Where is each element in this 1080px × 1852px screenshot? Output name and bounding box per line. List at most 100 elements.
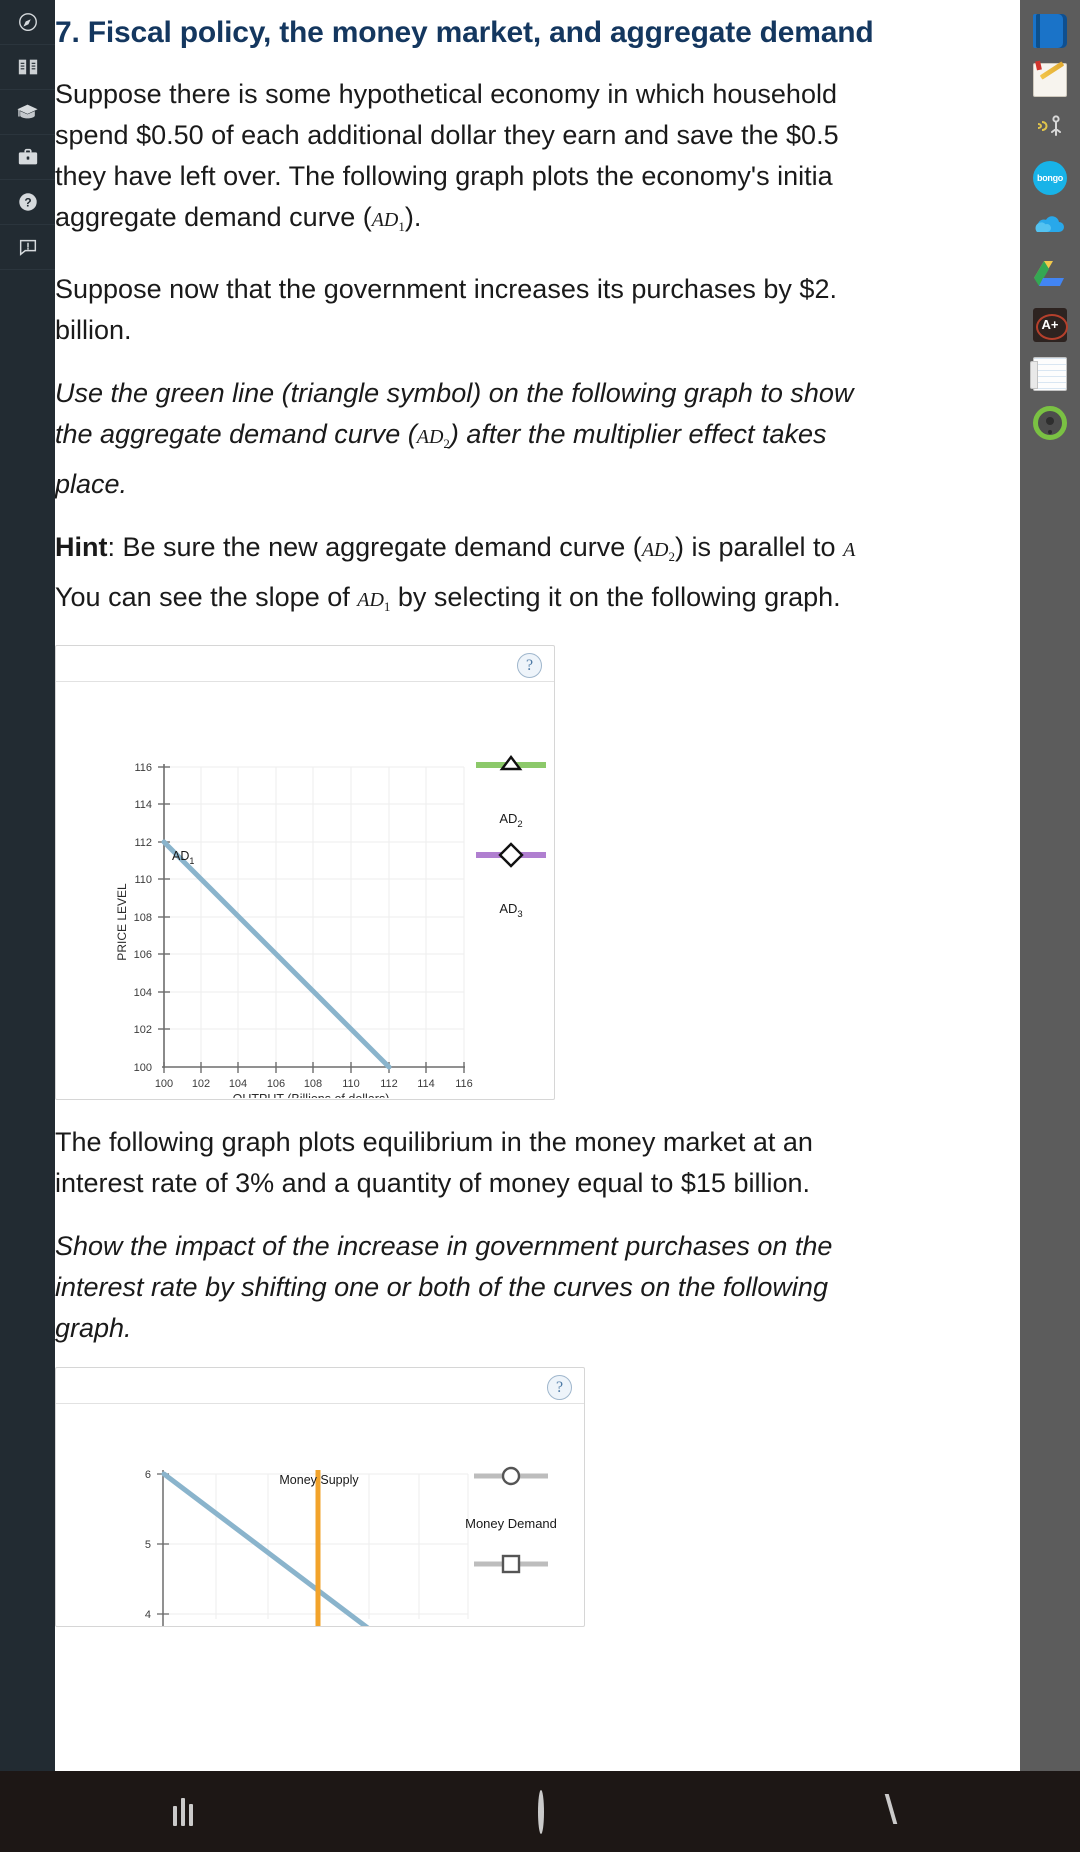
grade-aplus-icon: A+ [1033,307,1068,342]
ad2-variable-hint: AD2 [641,539,675,564]
home-icon [537,1789,544,1834]
sidebar-item-courses[interactable] [0,45,55,90]
paragraph-money-market: The following graph plots equilibrium in… [55,1122,1020,1204]
blue-book-icon [1033,13,1067,48]
graph1-legend[interactable]: AD2 AD3 [451,737,611,967]
circle-icon[interactable] [501,1466,521,1486]
intro-line-4a: aggregate demand curve ( [55,202,372,232]
flashcards-button[interactable] [1020,349,1080,398]
money-demand-curve[interactable] [161,1471,389,1627]
y-tick-108: 108 [134,912,152,924]
sidebar-item-feedback[interactable] [0,225,55,270]
instr-line-2a: the aggregate demand curve ( [55,419,417,449]
legend-item-ad2[interactable]: AD2 [476,755,546,830]
back-icon [885,1793,912,1824]
intro-line-1: Suppose there is some hypothetical econo… [55,79,837,109]
y-tick-110: 110 [134,874,152,886]
help-icon[interactable]: ? [547,1375,572,1400]
intro-line-2: spend $0.50 of each additional dollar th… [55,120,839,150]
instr-line-3: place. [55,469,128,499]
home-button[interactable] [537,1789,544,1834]
y-tick-100: 100 [134,1062,152,1074]
shift-line-2: interest rate by shifting one or both of… [55,1272,828,1302]
sidebar-item-help[interactable]: ? [0,180,55,225]
notes-button[interactable] [1020,55,1080,104]
content-scroll-area[interactable]: 7. Fiscal policy, the money market, and … [55,0,1020,1771]
y-tick-112: 112 [134,837,152,849]
help-icon[interactable]: ? [517,653,542,678]
money-line-2: interest rate of 3% and a quantity of mo… [55,1168,810,1198]
x-tick-104: 104 [229,1078,247,1090]
gov-line-2: billion. [55,315,132,345]
bongo-button[interactable]: bongo [1020,153,1080,202]
graph2-legend[interactable]: Money Demand [456,1446,585,1606]
shift-line-1: Show the impact of the increase in gover… [55,1231,833,1261]
profile-button[interactable] [1020,398,1080,447]
y-tick-106: 106 [134,949,152,961]
page-title: 7. Fiscal policy, the money market, and … [55,16,874,49]
google-drive-icon [1033,259,1067,293]
y-tick-114: 114 [134,799,152,811]
x-tick-112: 112 [380,1078,398,1090]
diamond-icon[interactable] [498,842,524,868]
svg-text:?: ? [24,196,31,210]
google-drive-button[interactable] [1020,251,1080,300]
hint-line-2b: by selecting it on the following graph. [390,582,841,612]
read-aloud-button[interactable] [1020,104,1080,153]
help-circle-icon: ? [17,191,39,213]
android-navigation-bar [0,1771,1080,1852]
x-tick-labels: 100 102 104 106 108 110 112 114 116 [155,1078,473,1090]
paragraph-instruction-green-line: Use the green line (triangle symbol) on … [55,373,1020,505]
x-tick-116: 116 [455,1078,473,1090]
money-line-1: The following graph plots equilibrium in… [55,1127,813,1157]
sidebar-item-dashboard[interactable] [0,0,55,45]
instr-line-1: Use the green line (triangle symbol) on … [55,378,854,408]
onedrive-button[interactable] [1020,202,1080,251]
right-tool-rail: bongo A+ [1020,0,1080,1771]
paragraph-instruction-shift: Show the impact of the increase in gover… [55,1226,1020,1349]
left-navigation-rail: ? [0,0,55,1771]
screen: ? bongo A+ 7. Fiscal policy, the money m… [0,0,1080,1852]
y-tick-5: 5 [145,1539,151,1551]
grade-aplus-button[interactable]: A+ [1020,300,1080,349]
sidebar-item-careers[interactable] [0,135,55,180]
intro-line-3: they have left over. The following graph… [55,161,833,191]
hint-line-1a: : Be sure the new aggregate demand curve… [107,532,642,562]
instr-line-2b: ) after the multiplier effect takes [449,419,827,449]
graph2-plot-area[interactable]: 6 5 4 Money Supply Money Demand [56,1404,585,1627]
flashcards-icon [1030,356,1067,391]
graph1-plot-area[interactable]: 116 114 112 110 108 106 104 102 100 100 … [56,682,554,1098]
graph1-toolbar: ? [56,646,554,682]
ad1-variable: AD1 [371,209,405,234]
x-tick-108: 108 [304,1078,322,1090]
x-tick-100: 100 [155,1078,173,1090]
x-tick-102: 102 [192,1078,210,1090]
y-tick-labels: 116 114 112 110 108 106 104 102 100 [134,762,152,1074]
graph2-toolbar: ? [56,1368,584,1404]
ad3-legend-label: AD3 [499,901,522,920]
gov-line-1: Suppose now that the government increase… [55,274,837,304]
ebook-button[interactable] [1020,6,1080,55]
legend-item-ad3[interactable]: AD3 [476,842,546,920]
paragraph-intro: Suppose there is some hypothetical econo… [55,74,1020,247]
legend-item-circle[interactable] [474,1466,548,1486]
back-button[interactable] [885,1793,912,1830]
legend-item-square[interactable] [474,1554,548,1574]
square-icon[interactable] [501,1554,521,1574]
x-tick-114: 114 [417,1078,435,1090]
y-tick-6: 6 [145,1469,151,1481]
shift-line-3: graph. [55,1313,132,1343]
y-tick-116: 116 [134,762,152,774]
y-axis-label: PRICE LEVEL [115,883,129,961]
money-market-graph-panel[interactable]: ? 6 5 4 Money Supply Money Demand [55,1367,585,1627]
money-supply-label: Money Supply [279,1473,359,1487]
aggregate-demand-graph-panel[interactable]: ? 116 114 112 110 108 106 104 102 100 10… [55,645,555,1100]
hint-line-2a: You can see the slope of [55,582,358,612]
feedback-icon [17,236,39,258]
book-open-icon [16,56,40,78]
recents-button[interactable] [172,1797,193,1826]
y-tick-4: 4 [145,1609,151,1621]
ad2-variable: AD2 [416,426,450,451]
sidebar-item-grades[interactable] [0,90,55,135]
ad-variable-cut: A [843,539,856,561]
